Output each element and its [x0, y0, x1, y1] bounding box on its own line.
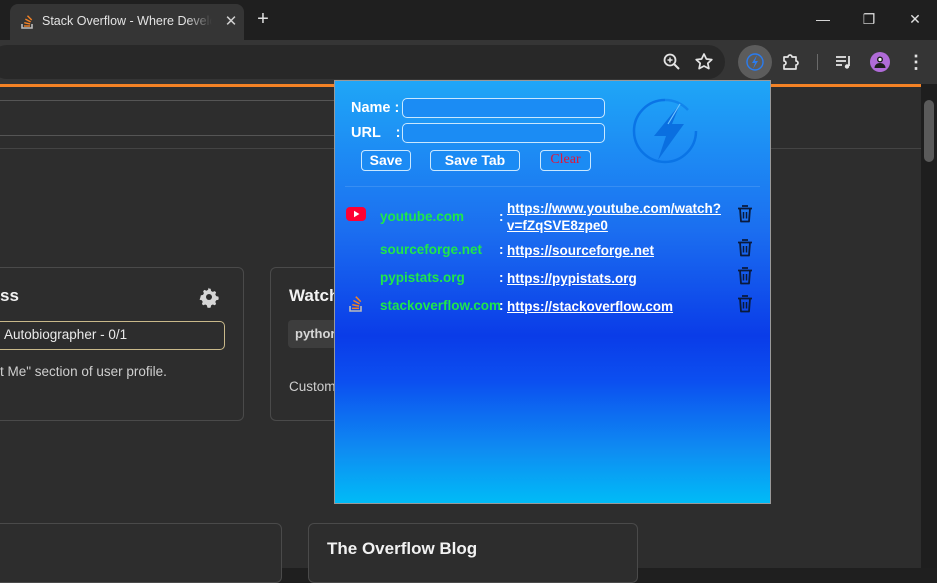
tab-strip: Stack Overflow - Where Developers Learn,… — [0, 0, 937, 40]
bookmark-separator: : — [499, 242, 504, 257]
bookmark-star-icon[interactable] — [693, 51, 715, 73]
bookmark-domain: sourceforge.net — [380, 242, 483, 257]
bookmark-domain: pypistats.org — [380, 270, 465, 285]
trash-icon[interactable] — [736, 204, 754, 224]
bookmark-separator: : — [499, 270, 504, 285]
tab-title: Stack Overflow - Where Developers Learn,… — [42, 14, 212, 28]
bookmark-extension-popup: Name : URL : Save Save Tab Clear youtube… — [334, 80, 771, 504]
bookmark-link[interactable]: https://pypistats.org — [507, 270, 637, 287]
extension-active-button[interactable] — [738, 45, 772, 79]
extension-lightning-icon — [746, 53, 764, 71]
browser-toolbar: ⋮ — [0, 40, 937, 84]
save-button[interactable]: Save — [361, 150, 411, 171]
trash-icon[interactable] — [736, 238, 754, 258]
media-queue-icon[interactable] — [833, 51, 855, 73]
site-search-box[interactable] — [0, 100, 345, 136]
bookmark-separator: : — [499, 298, 504, 313]
overflow-blog-title: The Overflow Blog — [327, 539, 478, 558]
gear-icon[interactable] — [198, 286, 220, 308]
youtube-icon — [346, 207, 366, 221]
lower-left-card — [0, 523, 282, 583]
bookmark-domain: stackoverflow.com — [380, 298, 502, 313]
address-bar[interactable] — [0, 45, 725, 79]
scrollbar-thumb[interactable] — [924, 100, 934, 162]
watched-tags-description: Custom — [289, 379, 336, 394]
bookmark-separator: : — [499, 209, 504, 224]
new-tab-button[interactable]: + — [252, 8, 274, 30]
progress-card-description: t Me" section of user profile. — [0, 364, 167, 379]
save-tab-button[interactable]: Save Tab — [430, 150, 520, 171]
bookmark-domain: youtube.com — [380, 209, 465, 224]
tag-chip-label: pythor — [295, 326, 336, 341]
bookmark-link[interactable]: https://sourceforge.net — [507, 242, 654, 259]
window-close-button[interactable]: ✕ — [903, 8, 927, 30]
bookmark-link[interactable]: https://www.youtube.com/watch?v=fZqSVE8z… — [507, 200, 721, 234]
lightning-logo-icon — [632, 98, 698, 164]
stackoverflow-favicon-icon — [21, 15, 33, 29]
watched-tags-title: Watch — [289, 286, 340, 305]
trash-icon[interactable] — [736, 266, 754, 286]
tab-close-button[interactable]: ✕ — [222, 13, 240, 31]
browser-tab[interactable]: Stack Overflow - Where Developers Learn,… — [10, 4, 244, 40]
trash-icon[interactable] — [736, 294, 754, 314]
minimize-button[interactable]: — — [811, 8, 835, 30]
profile-avatar[interactable] — [870, 52, 890, 72]
url-label: URL : — [351, 125, 401, 141]
name-input[interactable] — [402, 98, 605, 118]
badge-progress-label: Autobiographer - 0/1 — [4, 327, 128, 342]
popup-divider — [345, 186, 760, 187]
progress-card-title: ss — [0, 286, 19, 305]
bookmark-link[interactable]: https://stackoverflow.com — [507, 298, 673, 315]
toolbar-separator — [817, 54, 818, 70]
name-label: Name : — [351, 100, 400, 116]
avatar-person-icon — [874, 56, 886, 68]
url-input[interactable] — [402, 123, 605, 143]
stackoverflow-icon — [349, 296, 362, 312]
restore-button[interactable]: ❐ — [857, 8, 881, 30]
extensions-puzzle-icon[interactable] — [780, 51, 802, 73]
clear-button[interactable]: Clear — [540, 150, 591, 171]
browser-menu-button[interactable]: ⋮ — [906, 52, 926, 72]
zoom-icon[interactable] — [661, 51, 683, 73]
